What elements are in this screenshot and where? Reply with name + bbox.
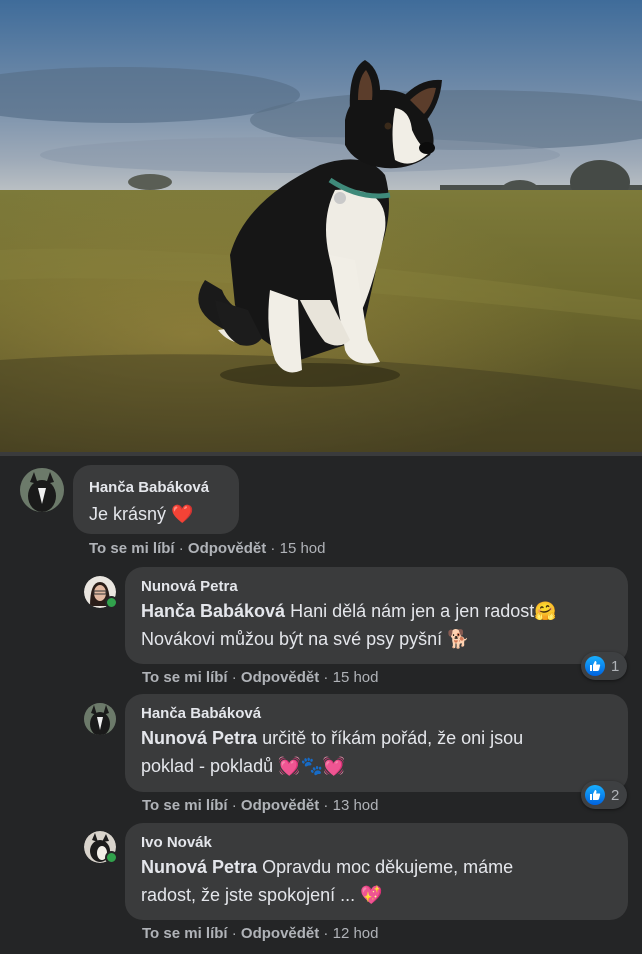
like-link[interactable]: To se mi líbí [142, 925, 228, 942]
avatar[interactable] [84, 576, 118, 609]
reply-time[interactable]: 12 hod [333, 925, 379, 942]
reply-link[interactable]: Odpovědět [188, 540, 266, 557]
comment-text-body: Je krásný [89, 504, 167, 524]
dog-photo [0, 0, 642, 452]
reply-text-line1: Hani dělá nám jen a jen radost🤗 [290, 601, 557, 621]
like-reaction-icon [585, 785, 605, 805]
comment-actions: To se mi líbí · Odpovědět · 15 hod [89, 540, 326, 557]
comment-time[interactable]: 15 hod [280, 540, 326, 557]
like-link[interactable]: To se mi líbí [142, 797, 228, 814]
reaction-number: 2 [611, 786, 620, 804]
mention-link[interactable]: Nunová Petra [141, 728, 257, 748]
comment-text: Je krásný ❤️ [89, 500, 223, 528]
reply-text-line2: radost, že jste spokojení ... 💖 [141, 885, 383, 905]
reply-text: Nunová Petra určitě to říkám pořád, že o… [141, 724, 612, 752]
mention-link[interactable]: Hanča Babáková [141, 601, 285, 621]
reply-actions: To se mi líbí · Odpovědět · 13 hod [142, 797, 379, 814]
reply-time[interactable]: 13 hod [333, 797, 379, 814]
like-reaction-icon [585, 656, 605, 676]
avatar[interactable] [84, 703, 116, 735]
reply-bubble[interactable]: Ivo Novák Nunová Petra Opravdu moc děkuj… [125, 823, 628, 920]
reply-text-line1: určitě to říkám pořád, že oni jsou [262, 728, 524, 748]
reaction-count[interactable]: 2 [581, 781, 628, 809]
avatar[interactable] [20, 468, 64, 512]
heart-emoji: ❤️ [171, 504, 194, 524]
reply-text-line2: Novákovi můžou být na své psy pyšní 🐕 [141, 629, 470, 649]
dog-avatar-icon [20, 468, 64, 512]
reply-actions: To se mi líbí · Odpovědět · 15 hod [142, 669, 379, 686]
reply-author[interactable]: Hanča Babáková [141, 704, 612, 724]
reply-text: Nunová Petra Opravdu moc děkujeme, máme [141, 853, 612, 881]
reply-actions: To se mi líbí · Odpovědět · 12 hod [142, 925, 379, 942]
online-indicator [105, 851, 118, 864]
mention-link[interactable]: Nunová Petra [141, 857, 257, 877]
comment-bubble[interactable]: Hanča Babáková Je krásný ❤️ [73, 465, 239, 534]
post-photo[interactable] [0, 0, 642, 452]
dog-avatar-icon [84, 703, 116, 735]
reply-bubble[interactable]: Hanča Babáková Nunová Petra určitě to ří… [125, 694, 628, 792]
reaction-count[interactable]: 1 [581, 652, 628, 680]
reply-link[interactable]: Odpovědět [241, 925, 319, 942]
reply-link[interactable]: Odpovědět [241, 669, 319, 686]
reply-text-line1: Opravdu moc děkujeme, máme [262, 857, 514, 877]
reply-link[interactable]: Odpovědět [241, 797, 319, 814]
like-link[interactable]: To se mi líbí [89, 540, 175, 557]
reply-text-line2: poklad - pokladů 💓🐾💓 [141, 756, 346, 776]
reply-bubble[interactable]: Nunová Petra Hanča Babáková Hani dělá ná… [125, 567, 628, 664]
reply-author[interactable]: Nunová Petra [141, 577, 612, 597]
reply-time[interactable]: 15 hod [333, 669, 379, 686]
online-indicator [105, 596, 118, 609]
avatar[interactable] [84, 831, 118, 864]
reply-author[interactable]: Ivo Novák [141, 833, 612, 853]
like-link[interactable]: To se mi líbí [142, 669, 228, 686]
reaction-number: 1 [611, 657, 620, 675]
comment-author[interactable]: Hanča Babáková [89, 478, 223, 498]
reply-text: Hanča Babáková Hani dělá nám jen a jen r… [141, 597, 612, 625]
